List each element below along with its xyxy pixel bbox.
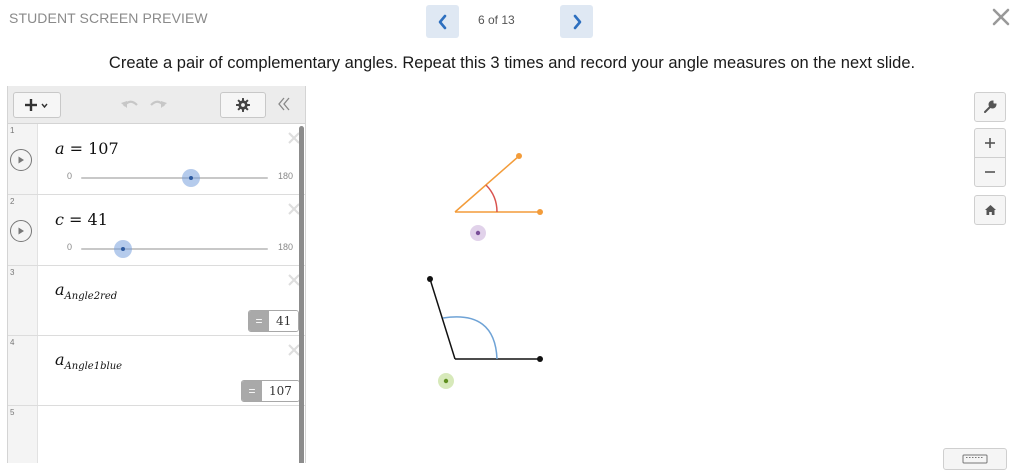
- orange-point-upper[interactable]: [516, 153, 522, 159]
- red-angle-arc: [485, 184, 498, 213]
- black-point-upper[interactable]: [427, 276, 433, 282]
- plus-icon: [25, 99, 48, 111]
- home-icon: [984, 205, 996, 215]
- expression-variable: a: [55, 139, 65, 158]
- expression-value: 107: [88, 139, 119, 158]
- evaluation-value: 41: [269, 311, 299, 331]
- expression-row[interactable]: 4 aAngle1blue = 107: [8, 336, 305, 406]
- expression-number: 1: [10, 126, 15, 135]
- expression-panel: 1 a = 107 0 180 2 c = 41 0 180 3 aAngle2…: [7, 86, 306, 463]
- expression-math[interactable]: aAngle1blue: [55, 350, 122, 372]
- expression-math[interactable]: c = 41: [55, 210, 108, 229]
- expression-number: 5: [10, 408, 15, 417]
- expression-equals: =: [64, 139, 89, 158]
- black-ray-upper: [429, 278, 456, 360]
- green-point[interactable]: [443, 378, 449, 384]
- graph-settings-button[interactable]: [974, 92, 1006, 122]
- minus-icon: [985, 171, 995, 173]
- slider-min: 0: [67, 171, 73, 181]
- slider-thumb[interactable]: [114, 240, 132, 258]
- page-counter: 6 of 13: [478, 13, 515, 27]
- play-icon: [18, 156, 24, 164]
- add-item-button[interactable]: [13, 92, 61, 118]
- expression-number: 2: [10, 197, 15, 206]
- plus-icon: [985, 138, 995, 148]
- play-slider-button[interactable]: [10, 149, 32, 171]
- expression-variable: a: [55, 280, 65, 299]
- expression-row[interactable]: 3 aAngle2red = 41: [8, 266, 305, 336]
- gear-icon: [236, 98, 250, 112]
- default-viewport-button[interactable]: [974, 195, 1006, 225]
- expression-number: 3: [10, 268, 15, 277]
- wrench-icon: [984, 100, 997, 113]
- top-bar: STUDENT SCREEN PREVIEW 6 of 13: [0, 0, 1024, 44]
- evaluation-box: = 107: [241, 380, 300, 402]
- close-button[interactable]: [991, 7, 1011, 27]
- expression-row[interactable]: 2 c = 41 0 180: [8, 195, 305, 266]
- orange-ray-upper: [454, 155, 520, 213]
- expression-list: 1 a = 107 0 180 2 c = 41 0 180 3 aAngle2…: [8, 124, 305, 463]
- preview-label: STUDENT SCREEN PREVIEW: [9, 10, 208, 26]
- expression-variable: a: [55, 350, 65, 369]
- evaluation-box: = 41: [248, 310, 300, 332]
- evaluation-equals: =: [242, 381, 262, 401]
- undo-icon[interactable]: [120, 97, 140, 111]
- redo-icon[interactable]: [148, 97, 168, 111]
- slider-max: 180: [278, 242, 294, 252]
- orange-point-right[interactable]: [537, 209, 543, 215]
- slider-thumb[interactable]: [182, 169, 200, 187]
- zoom-out-button[interactable]: [974, 157, 1006, 187]
- slider-track[interactable]: [81, 248, 268, 250]
- settings-button[interactable]: [220, 92, 266, 118]
- evaluation-equals: =: [249, 311, 269, 331]
- expression-number: 4: [10, 338, 15, 347]
- expression-subscript: Angle2red: [64, 291, 118, 302]
- expression-equals: =: [63, 210, 88, 229]
- black-point-right[interactable]: [537, 356, 543, 362]
- blue-angle-arc: [442, 316, 498, 360]
- play-slider-button[interactable]: [10, 220, 32, 242]
- collapse-panel-icon[interactable]: [276, 95, 292, 113]
- evaluation-value: 107: [262, 381, 299, 401]
- expression-math[interactable]: aAngle2red: [55, 280, 117, 302]
- chevron-left-icon: [438, 14, 446, 29]
- purple-point[interactable]: [475, 230, 481, 236]
- graph-canvas[interactable]: [307, 86, 1024, 463]
- expression-row[interactable]: 1 a = 107 0 180: [8, 124, 305, 195]
- slider-track[interactable]: [81, 177, 268, 179]
- instruction-text: Create a pair of complementary angles. R…: [108, 54, 916, 72]
- zoom-in-button[interactable]: [974, 128, 1006, 158]
- expression-value: 41: [87, 210, 108, 229]
- close-icon: [992, 8, 1010, 26]
- previous-slide-button[interactable]: [426, 5, 459, 38]
- expression-math[interactable]: a = 107: [55, 139, 119, 158]
- play-icon: [18, 227, 24, 235]
- expression-row-empty[interactable]: 5: [8, 406, 305, 463]
- keyboard-button[interactable]: [943, 448, 1007, 470]
- expression-subscript: Angle1blue: [64, 361, 123, 372]
- slider-min: 0: [67, 242, 73, 252]
- chevron-right-icon: [573, 14, 581, 29]
- next-slide-button[interactable]: [560, 5, 593, 38]
- expression-toolbar: [8, 86, 305, 124]
- slider-max: 180: [278, 171, 294, 181]
- expression-scrollbar[interactable]: [299, 126, 304, 463]
- expression-variable: c: [55, 210, 64, 229]
